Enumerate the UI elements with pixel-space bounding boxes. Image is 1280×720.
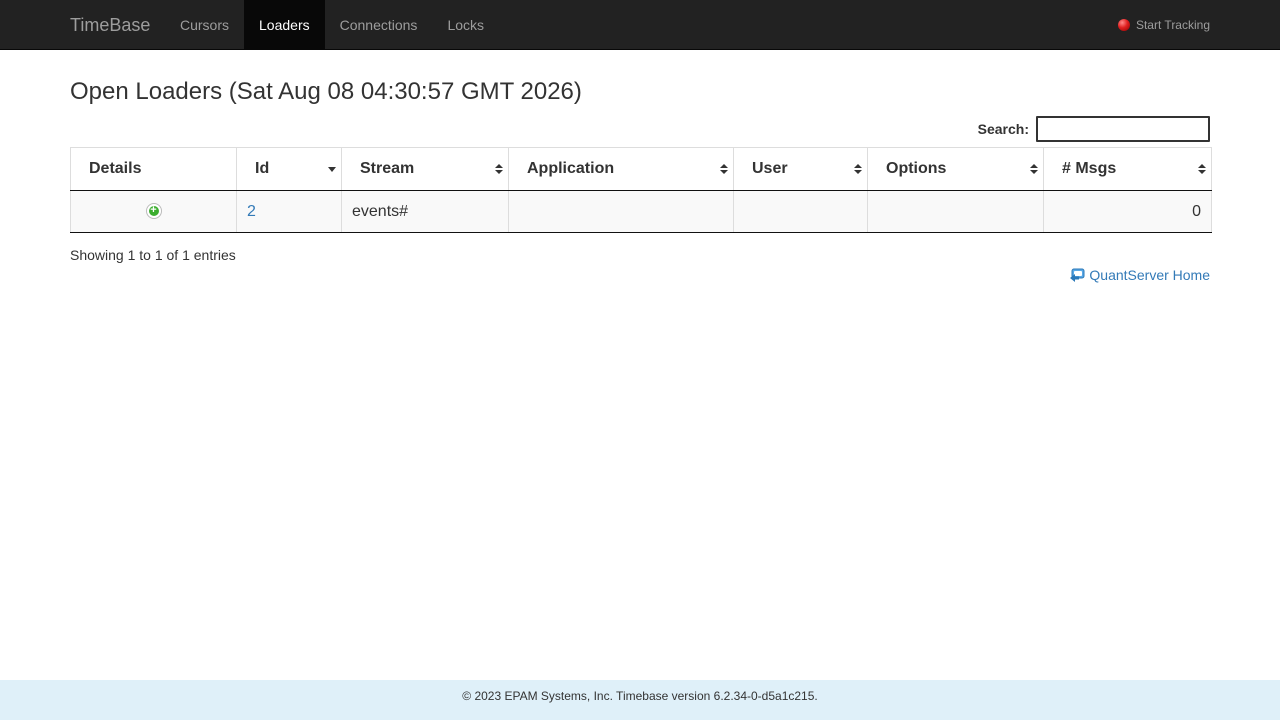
brand-link[interactable]: TimeBase: [70, 0, 150, 50]
table-header-row: Details Id Stream Application User Optio…: [70, 147, 1212, 191]
sort-both-icon: [1198, 164, 1206, 174]
sort-desc-icon: [328, 167, 336, 172]
main-nav: Cursors Loaders Connections Locks: [165, 0, 499, 50]
quantserver-home-label: QuantServer Home: [1089, 267, 1210, 283]
quantserver-home-link[interactable]: QuantServer Home: [1069, 267, 1210, 283]
search-label: Search:: [977, 121, 1029, 137]
loaders-table: Details Id Stream Application User Optio…: [70, 147, 1212, 233]
nav-item-loaders[interactable]: Loaders: [244, 0, 325, 50]
cell-stream: events#: [341, 190, 509, 233]
column-header-details: Details: [70, 147, 237, 191]
footer: © 2023 EPAM Systems, Inc. Timebase versi…: [0, 680, 1280, 720]
sort-both-icon: [854, 164, 862, 174]
column-header-user[interactable]: User: [733, 147, 868, 191]
return-arrow-icon: [1070, 268, 1085, 282]
column-header-stream[interactable]: Stream: [341, 147, 509, 191]
expand-details-icon[interactable]: [145, 203, 162, 220]
column-header-application[interactable]: Application: [508, 147, 734, 191]
sort-both-icon: [495, 164, 503, 174]
cell-user: [733, 190, 868, 233]
table-row: 2 events# 0: [70, 190, 1212, 233]
nav-item-connections[interactable]: Connections: [325, 0, 433, 50]
nav-item-locks[interactable]: Locks: [432, 0, 499, 50]
page-title: Open Loaders (Sat Aug 08 04:30:57 GMT 20…: [70, 78, 582, 105]
start-tracking-label: Start Tracking: [1135, 18, 1210, 32]
column-header-msgs[interactable]: # Msgs: [1043, 147, 1212, 191]
column-header-id[interactable]: Id: [236, 147, 342, 191]
nav-item-cursors[interactable]: Cursors: [165, 0, 244, 50]
cell-details: [70, 190, 237, 233]
table-info: Showing 1 to 1 of 1 entries: [70, 247, 236, 263]
column-header-options[interactable]: Options: [867, 147, 1044, 191]
sort-both-icon: [720, 164, 728, 174]
search-box: Search:: [978, 116, 1210, 142]
sort-both-icon: [1030, 164, 1038, 174]
cell-msgs: 0: [1043, 190, 1212, 233]
record-dot-icon: [1117, 19, 1130, 31]
cell-options: [867, 190, 1044, 233]
loader-id-link[interactable]: 2: [247, 203, 256, 220]
cell-id: 2: [236, 190, 342, 233]
top-navbar: TimeBase Cursors Loaders Connections Loc…: [0, 0, 1280, 50]
start-tracking-button[interactable]: Start Tracking: [1117, 0, 1210, 50]
cell-application: [508, 190, 734, 233]
search-input[interactable]: [1036, 116, 1210, 142]
